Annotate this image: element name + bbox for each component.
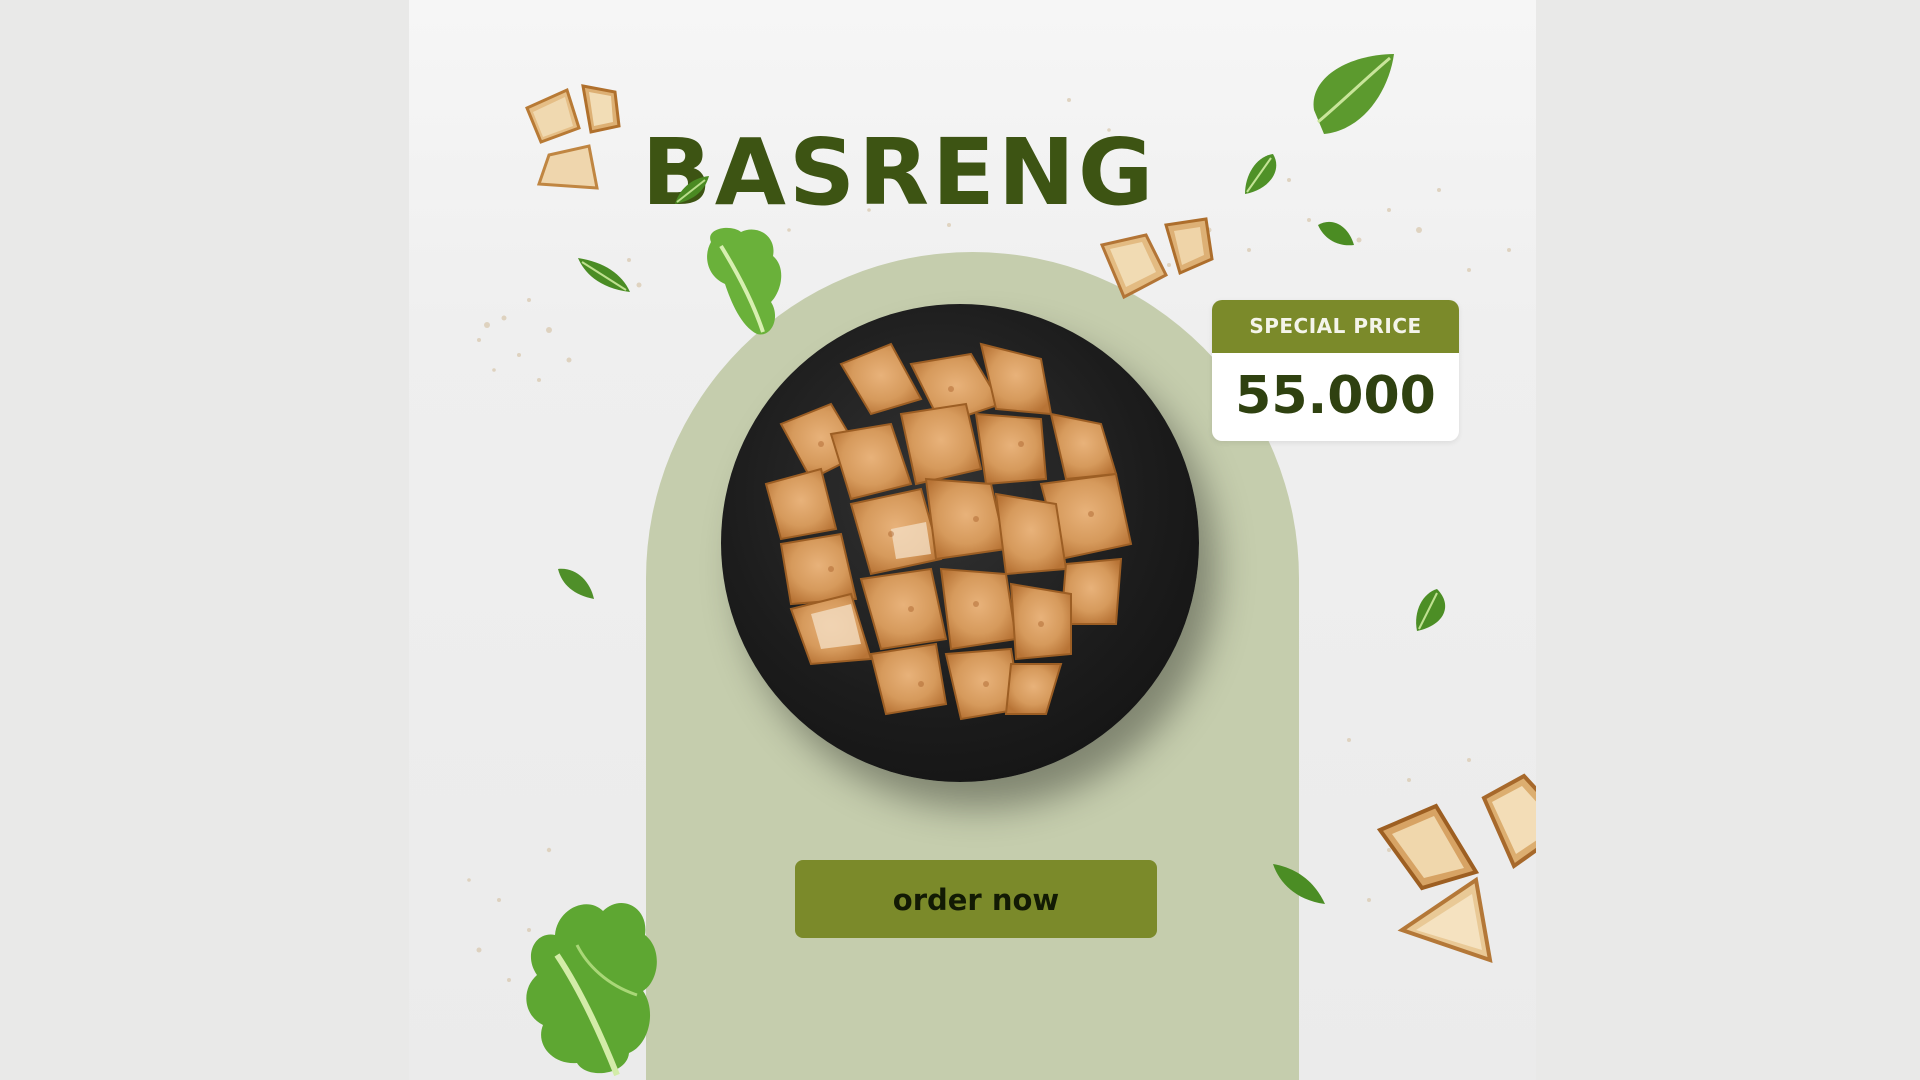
stage: BASRENG SPECIAL PRICE 55.000 order now	[0, 0, 1920, 1080]
crouton-icon	[1376, 773, 1536, 963]
order-now-button[interactable]: order now	[795, 860, 1157, 938]
lettuce-leaf-icon	[1318, 221, 1354, 246]
plate-icon	[721, 304, 1199, 782]
crouton-icon	[1099, 217, 1214, 300]
lettuce-leaf-icon	[675, 176, 709, 204]
chips-icon	[764, 342, 1133, 721]
lettuce-leaf-icon	[558, 568, 594, 599]
product-poster: BASRENG SPECIAL PRICE 55.000 order now	[409, 0, 1536, 1080]
lettuce-leaf-icon	[578, 258, 630, 292]
price-label: SPECIAL PRICE	[1212, 300, 1459, 353]
price-card: SPECIAL PRICE 55.000	[1212, 300, 1459, 441]
lettuce-leaf-icon	[1245, 154, 1277, 194]
lettuce-leaf-icon	[1273, 864, 1325, 904]
price-value: 55.000	[1235, 366, 1436, 426]
lettuce-leaf-icon	[1416, 589, 1446, 631]
crouton-icon	[525, 84, 621, 190]
lettuce-leaf-icon	[1313, 54, 1394, 134]
lettuce-leaf-icon	[526, 902, 657, 1077]
